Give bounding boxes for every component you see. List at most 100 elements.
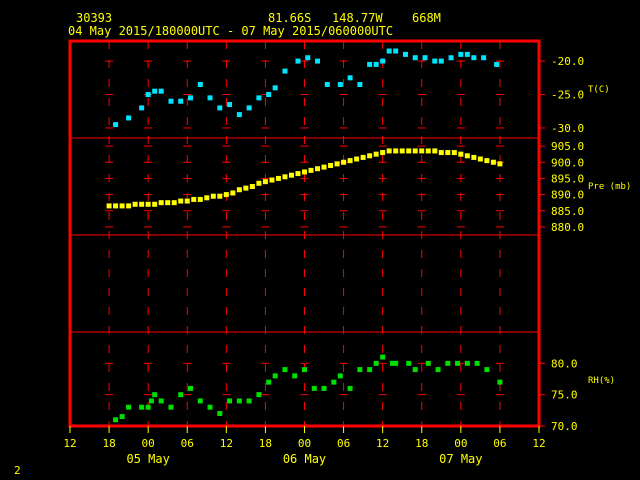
point-1-32 [315, 166, 321, 172]
meteogram-plot: -30.0 -25.0 -20.0 T(C) 880.0 885.0 890.0 895.0 9… [63, 39, 631, 466]
point-2-4 [145, 404, 151, 410]
point-1-49 [425, 148, 431, 154]
point-1-12 [184, 198, 190, 204]
point-1-51 [438, 150, 444, 156]
xtick-label-4: 12 [220, 437, 233, 450]
point-1-57 [477, 156, 483, 162]
point-2-40 [464, 360, 470, 366]
corner-mark: 2 [14, 464, 21, 477]
point-0-1 [126, 115, 132, 121]
point-2-24 [321, 385, 327, 391]
point-1-43 [386, 148, 392, 154]
point-2-30 [373, 360, 379, 366]
panel-label-1: Pre (mb) [588, 182, 631, 192]
day-label-0: 05 May [126, 452, 169, 466]
xtick-label-2: 00 [142, 437, 155, 450]
point-1-11 [178, 198, 184, 204]
point-2-25 [331, 379, 337, 385]
point-2-31 [380, 354, 386, 360]
point-1-27 [282, 174, 288, 180]
point-1-13 [191, 196, 197, 202]
point-1-19 [230, 190, 236, 196]
point-1-40 [367, 153, 373, 159]
point-1-33 [321, 164, 327, 170]
point-1-48 [419, 148, 425, 154]
day-label-2: 07 May [439, 452, 482, 466]
point-0-40 [481, 55, 487, 61]
point-0-27 [373, 61, 379, 67]
point-0-29 [386, 48, 392, 54]
point-1-56 [471, 154, 477, 160]
point-0-11 [217, 105, 223, 111]
xtick-label-6: 00 [298, 437, 311, 450]
point-0-3 [145, 92, 151, 98]
xtick-label-5: 18 [259, 437, 272, 450]
point-0-15 [256, 95, 262, 101]
point-1-14 [197, 196, 203, 202]
point-0-10 [207, 95, 213, 101]
point-2-1 [119, 414, 125, 420]
point-2-18 [266, 379, 272, 385]
xtick-label-10: 00 [454, 437, 467, 450]
point-0-24 [347, 75, 353, 81]
ytick-label-1-4: 900.0 [551, 156, 584, 169]
point-1-44 [393, 148, 399, 154]
point-0-5 [158, 88, 164, 94]
xtick-label-9: 18 [415, 437, 428, 450]
point-0-0 [113, 122, 119, 128]
point-1-50 [432, 148, 438, 154]
point-0-28 [380, 58, 386, 64]
point-0-37 [458, 51, 464, 57]
ytick-label-1-1: 885.0 [551, 205, 584, 218]
point-0-17 [272, 85, 278, 91]
point-1-3 [126, 203, 132, 209]
point-2-28 [357, 367, 363, 373]
point-2-39 [455, 360, 461, 366]
point-1-16 [210, 193, 216, 199]
ytick-label-1-0: 880.0 [551, 221, 584, 234]
point-1-9 [165, 200, 171, 206]
point-2-27 [347, 385, 353, 391]
ytick-label-0-1: -25.0 [551, 89, 584, 102]
point-2-41 [474, 360, 480, 366]
point-2-21 [292, 373, 298, 379]
ytick-label-1-5: 905.0 [551, 140, 584, 153]
point-0-32 [412, 55, 418, 61]
point-1-31 [308, 167, 314, 173]
point-1-15 [204, 195, 210, 201]
point-0-23 [337, 81, 343, 87]
point-1-42 [380, 150, 386, 156]
point-0-33 [422, 55, 428, 61]
point-1-34 [328, 162, 334, 168]
point-1-26 [275, 175, 281, 181]
point-2-7 [158, 398, 164, 404]
point-0-21 [315, 58, 321, 64]
point-1-8 [158, 200, 164, 206]
point-1-60 [497, 161, 503, 167]
point-1-28 [288, 172, 294, 178]
point-0-6 [168, 98, 174, 104]
point-0-20 [305, 55, 311, 61]
point-0-19 [295, 58, 301, 64]
point-0-13 [236, 112, 242, 118]
point-2-17 [256, 392, 262, 398]
ytick-label-0-0: -30.0 [551, 122, 584, 135]
point-1-21 [243, 185, 249, 191]
xtick-label-12: 12 [532, 437, 545, 450]
point-0-12 [227, 102, 233, 108]
point-2-43 [497, 379, 503, 385]
point-2-37 [435, 367, 441, 373]
point-0-22 [324, 81, 330, 87]
point-1-7 [152, 201, 158, 207]
xtick-label-1: 18 [102, 437, 115, 450]
point-2-11 [197, 398, 203, 404]
ytick-label-2-0: 70.0 [551, 420, 578, 433]
point-0-30 [393, 48, 399, 54]
ytick-label-1-3: 895.0 [551, 172, 584, 185]
point-1-47 [412, 148, 418, 154]
point-2-13 [217, 410, 223, 416]
point-2-19 [272, 373, 278, 379]
point-0-25 [357, 81, 363, 87]
point-1-46 [406, 148, 412, 154]
point-2-9 [178, 392, 184, 398]
